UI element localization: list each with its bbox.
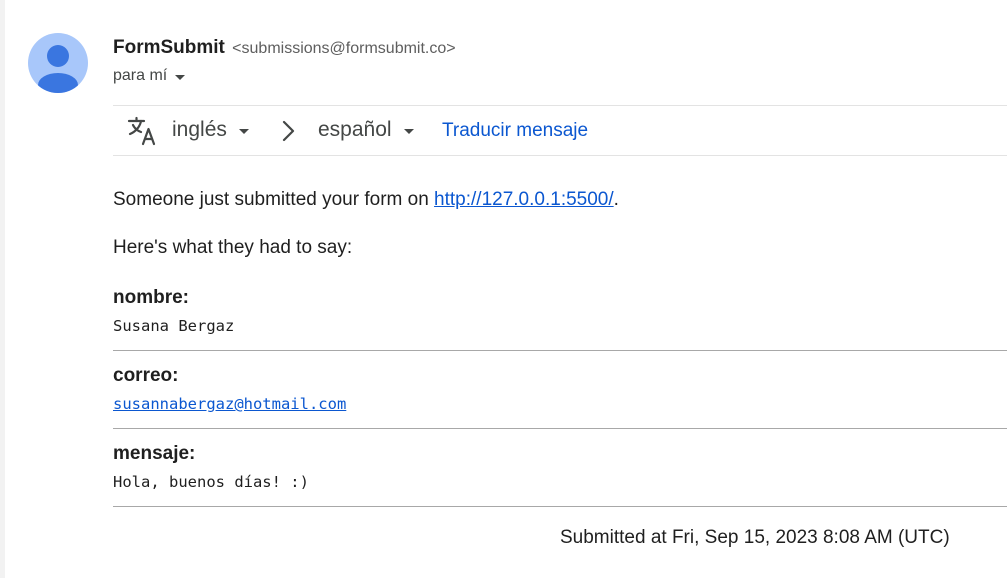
recipient-details-toggle[interactable]: para mí: [113, 67, 456, 85]
field-divider: [113, 350, 1007, 351]
intro-suffix: .: [613, 189, 619, 210]
sender-line: FormSubmit <submissions@formsubmit.co>: [113, 36, 456, 61]
translate-icon: [127, 116, 156, 146]
source-language-label: inglés: [172, 118, 227, 141]
target-language-select[interactable]: español: [318, 118, 414, 142]
field-label-mensaje: mensaje:: [113, 443, 196, 464]
source-language-select[interactable]: inglés: [172, 118, 249, 142]
caret-down-icon: [175, 74, 186, 80]
field-value-correo-link[interactable]: susannabergaz@hotmail.com: [113, 394, 346, 414]
field-value-nombre: Susana Bergaz: [113, 317, 235, 335]
field-divider: [113, 506, 1007, 507]
subheading: Here's what they had to say:: [113, 237, 353, 258]
submitted-timestamp: Submitted at Fri, Sep 15, 2023 8:08 AM (…: [560, 527, 950, 548]
chevron-down-icon: [403, 128, 414, 134]
translate-bar: inglés español Traducir mensaje: [113, 105, 1007, 156]
field-label-correo: correo:: [113, 365, 179, 386]
message-header: FormSubmit <submissions@formsubmit.co> p…: [113, 36, 456, 85]
sender-avatar[interactable]: [28, 33, 88, 93]
chevron-right-icon: [282, 120, 295, 142]
translate-message-link[interactable]: Traducir mensaje: [442, 120, 588, 142]
left-edge-strip: [0, 0, 5, 578]
intro-text: Someone just submitted your form on: [113, 189, 435, 210]
field-label-nombre: nombre:: [113, 287, 189, 308]
intro-paragraph: Someone just submitted your form on http…: [113, 186, 619, 214]
field-value-mensaje: Hola, buenos días! :): [113, 473, 309, 491]
recipient-label: para mí: [113, 67, 168, 84]
field-divider: [113, 428, 1007, 429]
chevron-down-icon: [238, 128, 249, 134]
form-url-link[interactable]: http://127.0.0.1:5500/: [434, 189, 614, 210]
sender-name[interactable]: FormSubmit: [113, 37, 225, 58]
sender-email: <submissions@formsubmit.co>: [232, 40, 456, 57]
person-icon: [38, 45, 78, 93]
target-language-label: español: [318, 118, 392, 141]
